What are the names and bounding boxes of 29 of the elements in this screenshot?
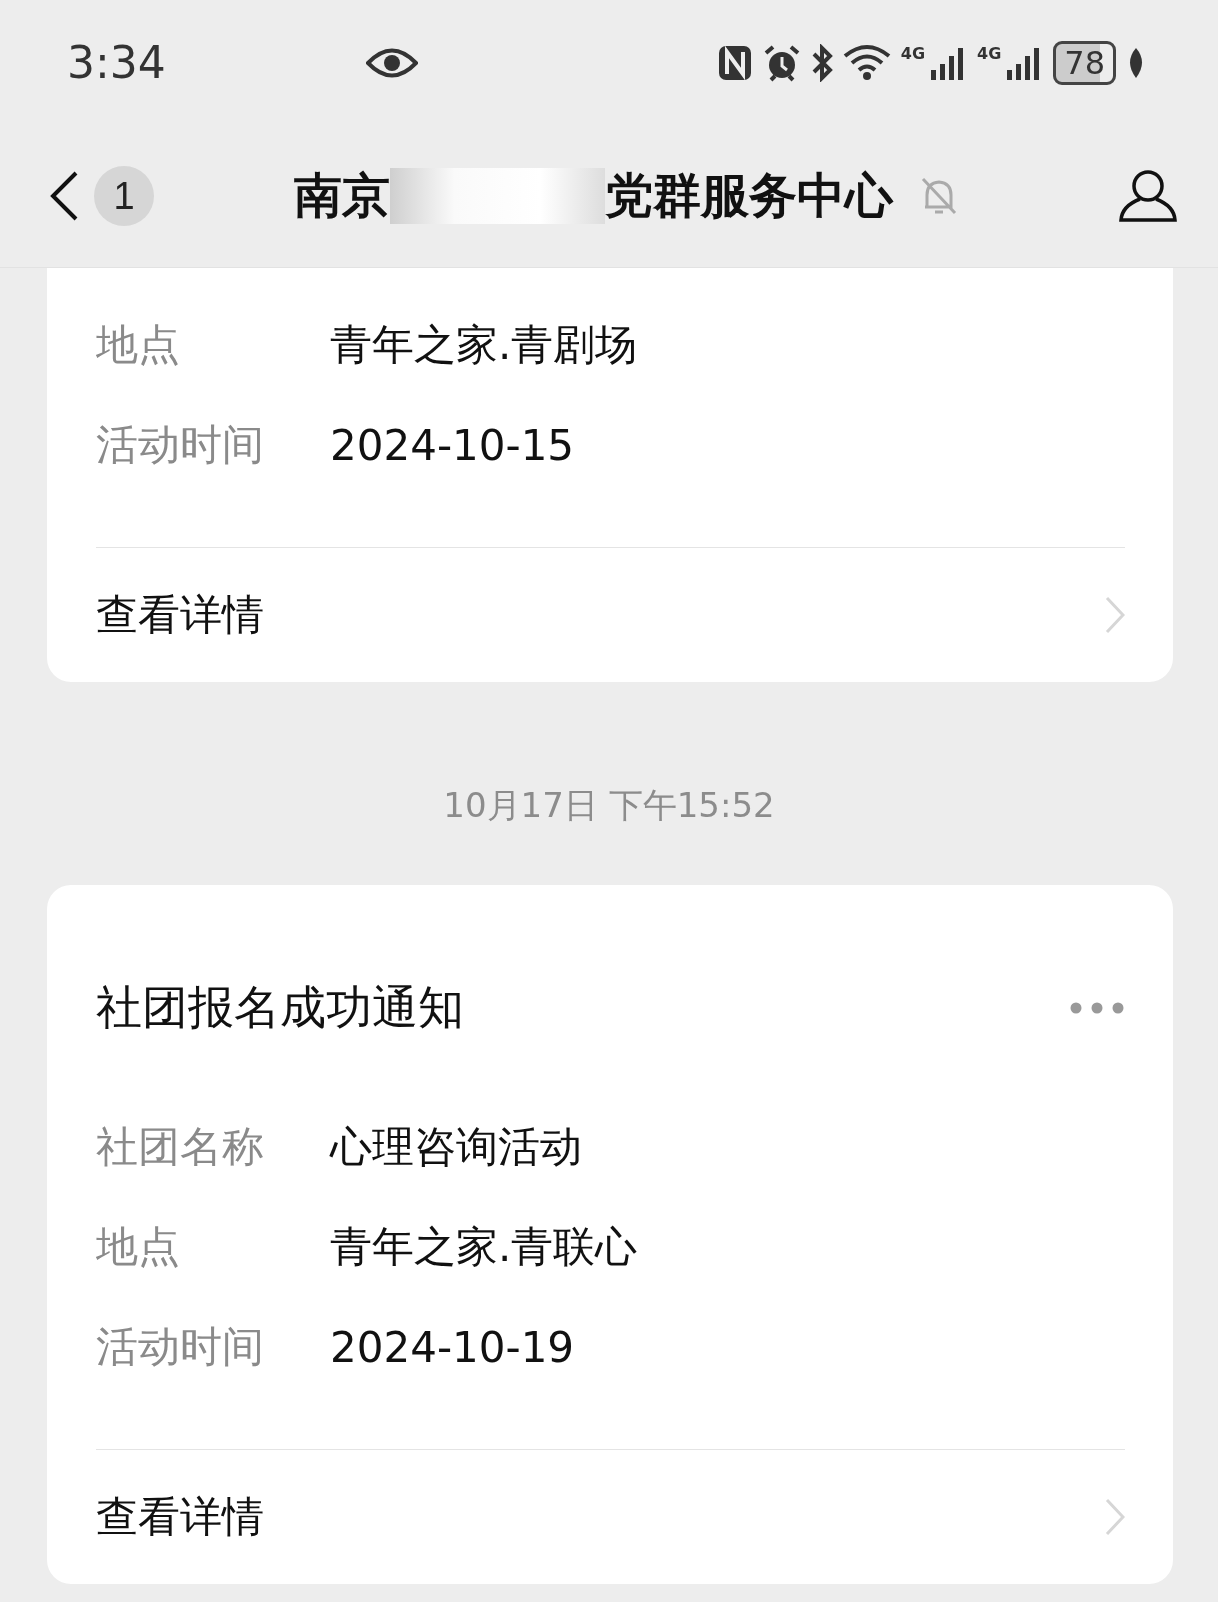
battery-level: 78 [1053,40,1116,85]
field-label: 社团名称 [96,1121,265,1173]
chevron-right-icon [1105,1498,1125,1536]
chat-title: 南京 [293,166,390,225]
nfc-icon [716,43,753,82]
alarm-icon [762,43,801,82]
profile-icon[interactable] [1118,168,1178,224]
wifi-icon [842,43,891,82]
view-details-link[interactable]: 查看详情 [96,1489,264,1545]
chevron-left-icon [48,170,80,222]
clock-time: 3:34 [67,37,167,88]
field-value: 2024-10-15 [330,420,575,470]
more-icon[interactable] [1069,1001,1125,1015]
field-label: 活动时间 [96,419,265,471]
bluetooth-icon [810,43,833,82]
card-title: 社团报名成功通知 [96,979,464,1036]
field-value: 青年之家.青联心 [330,1221,638,1273]
chevron-right-icon [1105,596,1125,634]
field-label: 地点 [96,319,181,371]
field-value: 青年之家.青剧场 [330,319,638,371]
message-timestamp: 10月17日 下午15:52 [443,785,775,825]
field-value: 2024-10-19 [330,1322,575,1372]
back-button[interactable]: 1 [48,166,154,226]
field-label: 活动时间 [96,1321,265,1373]
field-label: 地点 [96,1221,181,1273]
field-value: 心理咨询活动 [330,1121,582,1173]
chat-title: 党群服务中心 [604,166,893,225]
view-details-link[interactable]: 查看详情 [96,587,264,643]
unread-badge: 1 [94,166,154,226]
